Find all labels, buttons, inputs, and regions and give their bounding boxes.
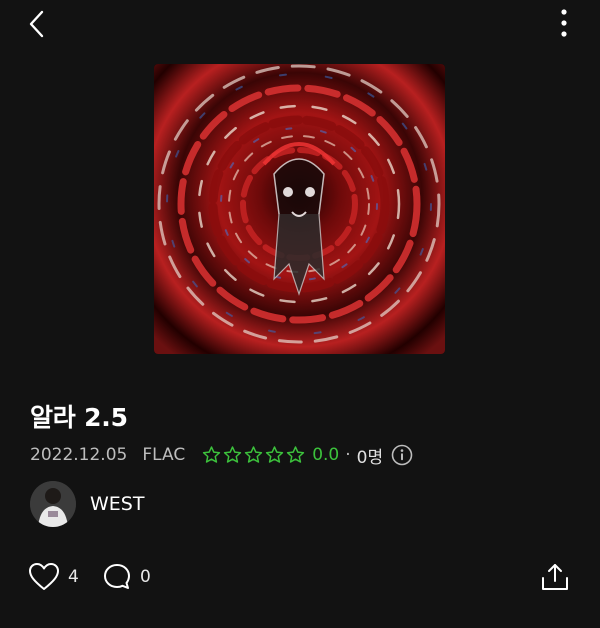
- album-art[interactable]: [154, 64, 445, 354]
- comment-count: 0: [140, 567, 151, 587]
- heart-icon: [29, 563, 59, 590]
- comment-button[interactable]: 0: [102, 562, 151, 592]
- artist-row[interactable]: WEST: [30, 480, 144, 528]
- star-rating[interactable]: [201, 445, 306, 465]
- info-icon[interactable]: [391, 444, 413, 466]
- share-button[interactable]: [540, 562, 570, 592]
- release-date: 2022.12.05: [30, 445, 128, 465]
- track-meta: 2022.12.05 FLAC 0.0 · 0명: [30, 443, 413, 468]
- rating-count: 0명: [356, 447, 384, 468]
- star-icon[interactable]: [243, 445, 264, 465]
- like-button[interactable]: 4: [28, 562, 79, 592]
- track-title: 알라 2.5: [30, 403, 128, 432]
- audio-format: FLAC: [142, 445, 186, 465]
- album-art-image: [154, 64, 445, 354]
- star-icon[interactable]: [222, 445, 243, 465]
- separator: ·: [345, 445, 351, 465]
- chevron-left-icon: [29, 10, 44, 38]
- star-icon[interactable]: [264, 445, 285, 465]
- star-icon[interactable]: [201, 445, 222, 465]
- star-icon[interactable]: [285, 445, 306, 465]
- action-row: 4 0: [28, 562, 572, 594]
- more-vertical-icon: [561, 9, 567, 37]
- avatar[interactable]: [30, 481, 76, 527]
- comment-icon: [104, 564, 130, 589]
- top-bar: [0, 0, 600, 48]
- like-count: 4: [68, 567, 79, 587]
- share-icon: [542, 564, 568, 590]
- back-button[interactable]: [22, 8, 54, 40]
- rating-value: 0.0: [312, 445, 340, 465]
- artist-name: WEST: [90, 493, 145, 515]
- more-options-button[interactable]: [548, 6, 580, 42]
